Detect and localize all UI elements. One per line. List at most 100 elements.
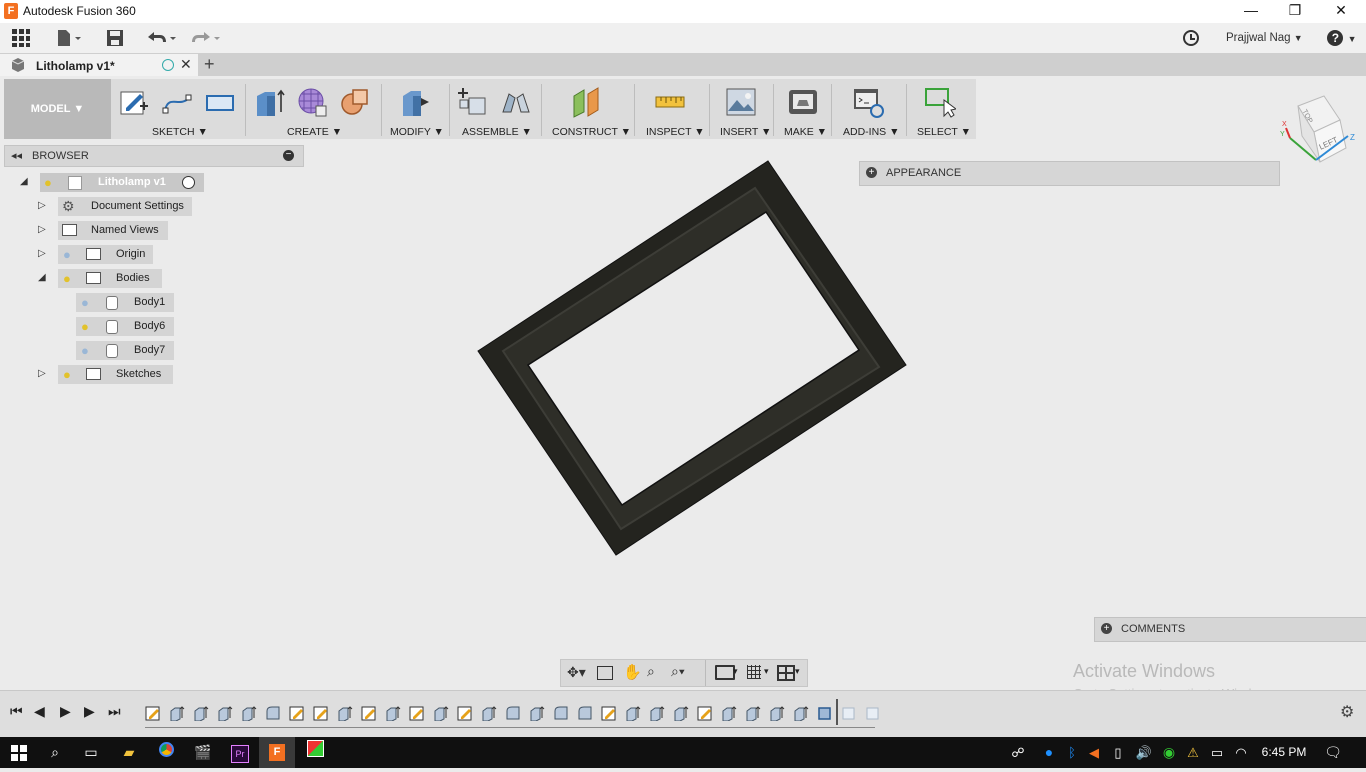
orbit-icon[interactable]: ✥▾ xyxy=(567,664,586,681)
new-tab-button[interactable]: + xyxy=(204,54,215,75)
notifications-icon[interactable]: 🗨 xyxy=(1322,737,1344,768)
timeline-fillet-feature-icon[interactable] xyxy=(265,705,281,721)
inspect-menu[interactable]: INSPECT ▼ xyxy=(646,126,705,138)
extrude-icon[interactable] xyxy=(253,86,285,118)
timeline-sketch-feature-icon[interactable] xyxy=(313,705,329,721)
visibility-bulb-icon[interactable]: ● xyxy=(44,175,52,190)
expand-document-settings-icon[interactable]: ▷ xyxy=(38,200,46,211)
create-sketch-icon[interactable] xyxy=(118,86,150,118)
people-icon[interactable]: ☍ xyxy=(1008,737,1028,768)
timeline-suppressed-feature-icon[interactable] xyxy=(865,705,881,721)
document-tab[interactable]: Litholamp v1* ✕ xyxy=(0,54,198,76)
model-viewport[interactable] xyxy=(470,155,920,565)
pan-hand-icon[interactable]: ✋ xyxy=(623,663,642,681)
timeline-extrude-feature-icon[interactable] xyxy=(673,705,689,722)
timeline-settings-gear-icon[interactable]: ⚙ xyxy=(1340,702,1354,722)
modify-menu[interactable]: MODIFY ▼ xyxy=(390,126,444,138)
timeline-extrude-feature-icon[interactable] xyxy=(193,705,209,722)
visibility-bulb-icon[interactable]: ● xyxy=(81,295,89,310)
warning-icon[interactable]: ⚠ xyxy=(1184,737,1202,768)
browser-node-document-settings[interactable]: ⚙ Document Settings xyxy=(58,197,192,216)
expand-panel-icon[interactable]: + xyxy=(866,167,877,178)
premiere-icon[interactable]: Pr xyxy=(229,737,251,768)
chevron-down-icon[interactable]: ▾ xyxy=(795,666,800,677)
close-button[interactable]: ✕ xyxy=(1318,0,1364,23)
timeline-fillet-feature-icon[interactable] xyxy=(553,705,569,721)
rectangle-sketch-icon[interactable] xyxy=(204,86,236,118)
look-at-icon[interactable] xyxy=(597,666,613,680)
chevron-down-icon[interactable]: ▾ xyxy=(733,666,738,677)
battery-icon[interactable]: ▭ xyxy=(1208,737,1226,768)
timeline-sketch-feature-icon[interactable] xyxy=(289,705,305,721)
new-component-icon[interactable] xyxy=(457,86,489,118)
file-explorer-icon[interactable]: ▰ xyxy=(118,737,140,768)
zoom-icon[interactable]: ⌕ xyxy=(647,663,655,680)
help-button[interactable]: ? ▼ xyxy=(1324,28,1360,48)
save-icon[interactable] xyxy=(104,28,126,48)
grid-settings-icon[interactable] xyxy=(747,665,761,679)
3d-print-icon[interactable] xyxy=(787,86,819,118)
file-menu-icon[interactable] xyxy=(54,28,84,48)
undo-icon[interactable] xyxy=(144,28,178,48)
sync-app-icon[interactable]: ◉ xyxy=(1160,737,1178,768)
timeline-extrude-feature-icon[interactable] xyxy=(241,705,257,722)
bluetooth-icon[interactable]: ᛒ xyxy=(1064,737,1080,768)
comments-panel[interactable]: + COMMENTS xyxy=(1094,617,1366,642)
timeline-extrude-feature-icon[interactable] xyxy=(625,705,641,722)
timeline-fillet-feature-icon[interactable] xyxy=(577,705,593,721)
timeline-suppressed-feature-icon[interactable] xyxy=(841,705,857,721)
browser-panel-header[interactable]: ◂◂ BROWSER − xyxy=(4,145,304,167)
expand-root-icon[interactable]: ◢ xyxy=(20,176,28,187)
construct-menu[interactable]: CONSTRUCT ▼ xyxy=(552,126,631,138)
timeline-extrude-feature-icon[interactable] xyxy=(337,705,353,722)
timeline-extrude-feature-icon[interactable] xyxy=(745,705,761,722)
browser-node-named-views[interactable]: Named Views xyxy=(58,221,168,240)
timeline-fillet-feature-icon[interactable] xyxy=(505,705,521,721)
fit-zoom-icon[interactable]: ⌕▾ xyxy=(671,663,685,680)
offset-plane-icon[interactable] xyxy=(571,86,603,118)
close-tab-icon[interactable]: ✕ xyxy=(180,56,192,73)
create-menu[interactable]: CREATE ▼ xyxy=(287,126,342,138)
timeline-extrude-feature-icon[interactable] xyxy=(649,705,665,722)
collapse-browser-icon[interactable]: ◂◂ xyxy=(11,149,22,162)
usb-icon[interactable]: ▯ xyxy=(1110,737,1126,768)
timeline-sketch-feature-icon[interactable] xyxy=(697,705,713,721)
appearance-panel[interactable]: + APPEARANCE xyxy=(859,161,1280,186)
browser-node-body7[interactable]: ● Body7 xyxy=(76,341,174,360)
fusion-taskbar-button[interactable]: F xyxy=(259,737,295,768)
viewcube[interactable]: LEFT TOP Y Z X xyxy=(1276,92,1360,172)
visibility-bulb-icon[interactable]: ● xyxy=(63,247,71,262)
timeline-sketch-feature-icon[interactable] xyxy=(601,705,617,721)
timeline-sketch-feature-icon[interactable] xyxy=(409,705,425,721)
expand-named-views-icon[interactable]: ▷ xyxy=(38,224,46,235)
timeline-play-icon[interactable]: ▶ xyxy=(60,703,71,720)
wifi-icon[interactable]: ◠ xyxy=(1232,737,1250,768)
visibility-bulb-icon[interactable]: ● xyxy=(81,343,89,358)
app-tray-icon[interactable]: ◀ xyxy=(1086,737,1102,768)
sketch-menu[interactable]: SKETCH ▼ xyxy=(152,126,208,138)
make-menu[interactable]: MAKE ▼ xyxy=(784,126,827,138)
joint-icon[interactable] xyxy=(500,86,532,118)
restore-button[interactable]: ❐ xyxy=(1272,0,1318,23)
viewports-icon[interactable] xyxy=(777,665,795,681)
browser-minimize-icon[interactable]: − xyxy=(283,150,294,161)
insert-menu[interactable]: INSERT ▼ xyxy=(720,126,771,138)
visibility-bulb-icon[interactable]: ● xyxy=(63,271,71,286)
workspace-switcher[interactable]: MODEL ▼ xyxy=(4,79,111,139)
timeline-next-icon[interactable]: ▶ xyxy=(84,703,95,720)
timeline-extrude-feature-icon[interactable] xyxy=(385,705,401,722)
timeline-marker[interactable] xyxy=(836,699,838,725)
timeline-extrude-feature-icon[interactable] xyxy=(481,705,497,722)
timeline-sketch-feature-icon[interactable] xyxy=(145,705,161,721)
redo-icon[interactable] xyxy=(188,28,222,48)
chevron-down-icon[interactable]: ▾ xyxy=(764,666,769,677)
expand-origin-icon[interactable]: ▷ xyxy=(38,248,46,259)
browser-node-body6[interactable]: ● Body6 xyxy=(76,317,174,336)
volume-icon[interactable]: 🔊 xyxy=(1134,737,1154,768)
visibility-bulb-icon[interactable]: ● xyxy=(63,367,71,382)
press-pull-icon[interactable] xyxy=(399,86,431,118)
job-status-clock-icon[interactable] xyxy=(1180,28,1202,48)
photos-app-icon[interactable] xyxy=(304,737,326,768)
timeline-extrude-feature-icon[interactable] xyxy=(217,705,233,722)
select-icon[interactable] xyxy=(924,86,958,118)
